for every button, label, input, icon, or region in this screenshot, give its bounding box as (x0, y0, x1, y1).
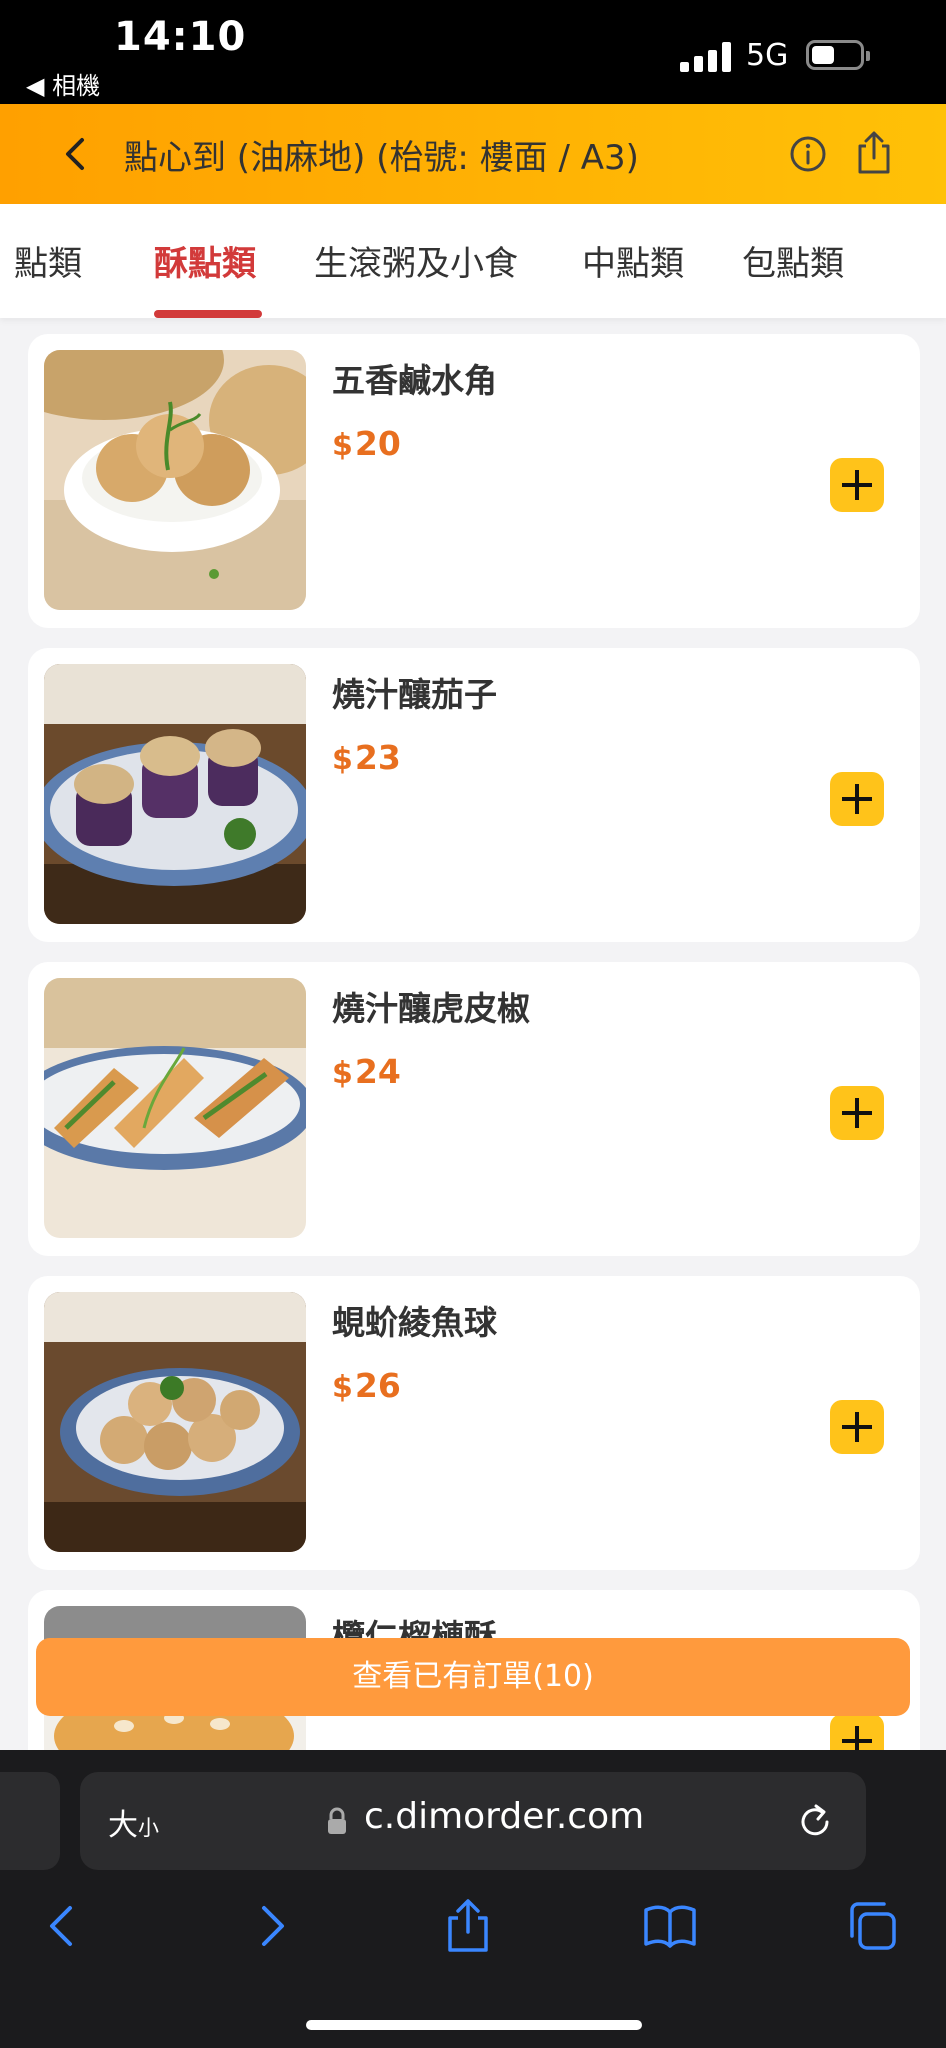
restaurant-title: 點心到 (油麻地) (枱號: 樓面 / A3) (124, 138, 639, 178)
item-price: $20 (332, 424, 401, 463)
add-to-cart-button[interactable] (830, 458, 884, 512)
text-size-button[interactable]: 大小 (108, 1800, 159, 1844)
add-to-cart-button[interactable] (830, 1714, 884, 1750)
app-header: 點心到 (油麻地) (枱號: 樓面 / A3) (0, 104, 946, 204)
phone-screen: 14:10 ◀ 相機 5G 點心到 (油麻地) (枱號: 樓面 / A3) 點類… (0, 0, 946, 2048)
info-icon[interactable] (786, 132, 830, 176)
menu-item[interactable]: 燒汁釀茄子 $23 (28, 648, 920, 942)
signal-icon (680, 42, 732, 72)
status-bar: 14:10 ◀ 相機 5G (0, 0, 946, 104)
view-orders-button[interactable]: 查看已有訂單(10) (36, 1638, 910, 1716)
food-photo (44, 664, 306, 924)
category-tab-bar: 點類 酥點類 生滾粥及小食 中點類 包點類 (0, 204, 946, 318)
food-photo (44, 978, 306, 1238)
share-icon[interactable] (440, 1898, 496, 1954)
home-indicator (306, 2020, 642, 2030)
food-photo (44, 350, 306, 610)
menu-list: 五香鹹水角 $20 燒汁釀茄子 $23 燒汁釀虎皮椒 $24 蜆蚧綾魚球 $26… (0, 318, 946, 1750)
share-icon[interactable] (852, 128, 896, 178)
tab-pastry[interactable]: 酥點類 (154, 236, 256, 285)
add-to-cart-button[interactable] (830, 1400, 884, 1454)
chevron-left-icon[interactable] (52, 130, 100, 178)
item-price: $24 (332, 1052, 401, 1091)
tab-buns[interactable]: 包點類 (742, 236, 844, 285)
food-photo (44, 1292, 306, 1552)
lock-icon (328, 1807, 346, 1834)
bookmarks-icon[interactable] (642, 1898, 698, 1954)
menu-item[interactable]: 五香鹹水角 $20 (28, 334, 920, 628)
item-name: 蜆蚧綾魚球 (332, 1303, 497, 1342)
active-tab-indicator (154, 310, 262, 318)
battery-tip (866, 51, 870, 61)
previous-tab-preview[interactable] (0, 1772, 60, 1870)
browser-toolbar: 大小 c.dimorder.com (0, 1750, 946, 2048)
tab-medium-dim-sum[interactable]: 中點類 (582, 236, 684, 285)
item-price: $23 (332, 738, 401, 777)
back-to-app-link[interactable]: ◀ 相機 (26, 66, 100, 101)
menu-item[interactable]: 燒汁釀虎皮椒 $24 (28, 962, 920, 1256)
url-text: c.dimorder.com (364, 1796, 645, 1837)
tabs-icon[interactable] (844, 1898, 900, 1954)
add-to-cart-button[interactable] (830, 772, 884, 826)
tab-prev-category[interactable]: 點類 (14, 236, 82, 285)
add-to-cart-button[interactable] (830, 1086, 884, 1140)
item-price: $26 (332, 1366, 401, 1405)
status-time: 14:10 (114, 14, 247, 60)
item-name: 五香鹹水角 (332, 361, 497, 400)
menu-item[interactable]: 蜆蚧綾魚球 $26 (28, 1276, 920, 1570)
network-label: 5G (746, 38, 789, 73)
battery-icon (806, 40, 864, 70)
item-name: 燒汁釀虎皮椒 (332, 989, 530, 1028)
back-icon[interactable] (36, 1898, 92, 1954)
item-name: 燒汁釀茄子 (332, 675, 497, 714)
address-bar[interactable]: 大小 c.dimorder.com (80, 1772, 866, 1870)
tab-congee-snacks[interactable]: 生滾粥及小食 (314, 236, 518, 285)
forward-icon[interactable] (242, 1898, 298, 1954)
reload-icon[interactable] (794, 1800, 836, 1842)
